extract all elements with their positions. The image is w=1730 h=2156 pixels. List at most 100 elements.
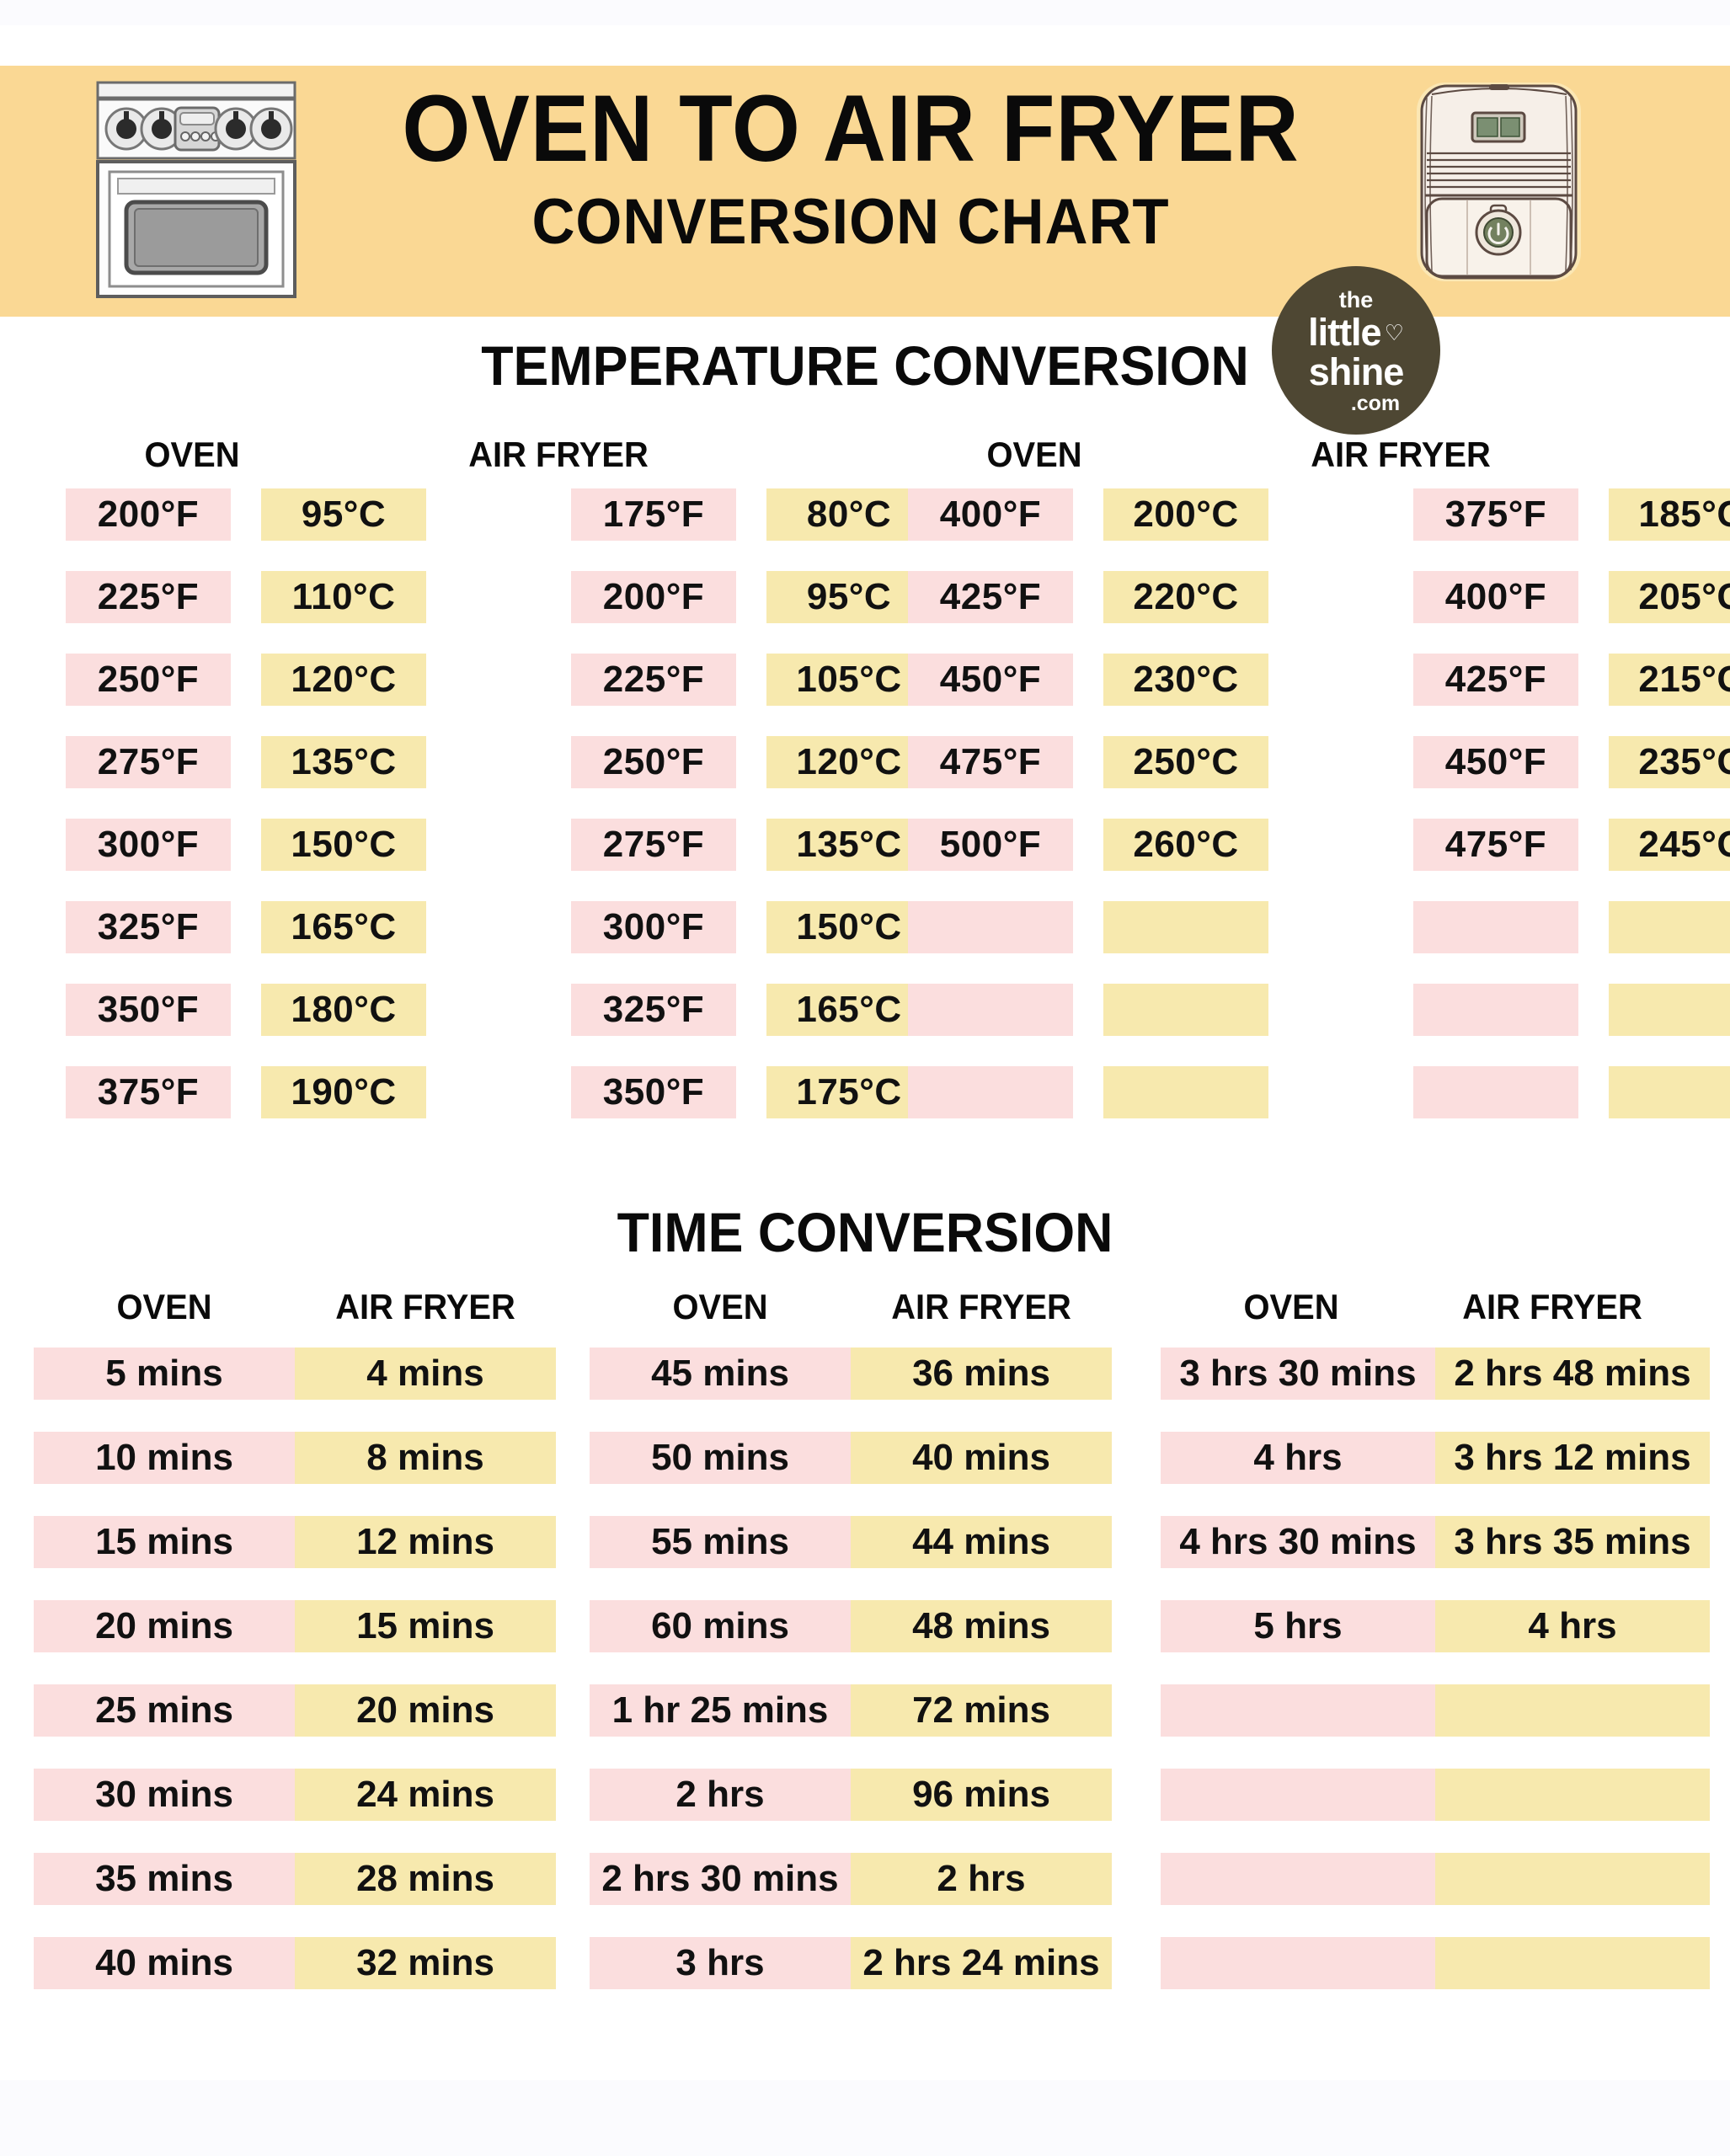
- oven-c-cell: 200°C: [1103, 488, 1268, 541]
- table-row: 50 mins 40 mins: [590, 1432, 1112, 1516]
- oven-f-cell: 425°F: [908, 571, 1073, 623]
- oven-c-cell: 165°C: [261, 901, 426, 953]
- fryer-f-cell: 175°F: [571, 488, 736, 541]
- oven-f-cell: 225°F: [66, 571, 231, 623]
- fryer-f-cell: 450°F: [1413, 736, 1578, 788]
- table-row: 500°F 260°C 475°F 245°C: [908, 819, 1730, 901]
- temperature-right-header-row: OVEN AIR FRYER: [908, 435, 1649, 488]
- time-2-oven-header: OVEN: [672, 1287, 768, 1326]
- oven-c-cell: 150°C: [261, 819, 426, 871]
- oven-c-cell: 120°C: [261, 654, 426, 706]
- time-oven-cell: 35 mins: [34, 1853, 295, 1905]
- table-row: [1161, 1937, 1710, 2021]
- time-fryer-cell: 44 mins: [851, 1516, 1112, 1568]
- table-row: 475°F 250°C 450°F 235°C: [908, 736, 1730, 819]
- fryer-c-cell: 235°C: [1609, 736, 1730, 788]
- table-row: 2 hrs 96 mins: [590, 1769, 1112, 1853]
- time-oven-cell: 1 hr 25 mins: [590, 1684, 851, 1737]
- time-fryer-cell: 24 mins: [295, 1769, 556, 1821]
- fryer-c-cell: [1609, 984, 1730, 1036]
- table-row: 4 hrs 30 mins 3 hrs 35 mins: [1161, 1516, 1710, 1600]
- time-oven-cell: 15 mins: [34, 1516, 295, 1568]
- time-oven-cell: 2 hrs: [590, 1769, 851, 1821]
- time-oven-cell: 5 hrs: [1161, 1600, 1435, 1652]
- logo-line-little-row: little ♡: [1308, 310, 1404, 354]
- table-row: [1161, 1769, 1710, 1853]
- oven-f-cell: [908, 1066, 1073, 1118]
- time-table-2: OVEN AIR FRYER 45 mins 36 mins 50 mins 40 m…: [590, 1287, 1112, 2021]
- table-row: 350°F 180°C 325°F 165°C: [66, 984, 932, 1066]
- fryer-f-cell: 375°F: [1413, 488, 1578, 541]
- oven-c-cell: 135°C: [261, 736, 426, 788]
- oven-f-cell: 475°F: [908, 736, 1073, 788]
- time-oven-cell: 45 mins: [590, 1348, 851, 1400]
- temperature-left-header-row: OVEN AIR FRYER: [66, 435, 807, 488]
- temperature-table-left: OVEN AIR FRYER 200°F 95°C 175°F 80°C 225°F 11…: [66, 435, 932, 1149]
- page-title: OVEN TO AIR FRYER: [402, 76, 1300, 181]
- oven-c-cell: [1103, 984, 1268, 1036]
- time-1-header-row: OVEN AIR FRYER: [34, 1287, 556, 1348]
- table-row: 35 mins 28 mins: [34, 1853, 556, 1937]
- table-row: 40 mins 32 mins: [34, 1937, 556, 2021]
- conversion-chart-page: OVEN TO AIR FRYER CONVERSION CHART the l…: [0, 0, 1730, 2156]
- site-logo[interactable]: the little ♡ shine .com: [1272, 266, 1440, 435]
- time-oven-cell: 40 mins: [34, 1937, 295, 1989]
- fryer-c-cell: 185°C: [1609, 488, 1730, 541]
- time-oven-cell: 3 hrs: [590, 1937, 851, 1989]
- time-fryer-cell: 12 mins: [295, 1516, 556, 1568]
- logo-line-com: .com: [1350, 391, 1401, 415]
- oven-f-cell: 250°F: [66, 654, 231, 706]
- time-fryer-cell: 20 mins: [295, 1684, 556, 1737]
- page-header: OVEN TO AIR FRYER CONVERSION CHART the l…: [0, 66, 1730, 435]
- oven-f-cell: 400°F: [908, 488, 1073, 541]
- time-fryer-cell: 8 mins: [295, 1432, 556, 1484]
- time-2-header-row: OVEN AIR FRYER: [590, 1287, 1112, 1348]
- table-row: 45 mins 36 mins: [590, 1348, 1112, 1432]
- time-fryer-cell: 28 mins: [295, 1853, 556, 1905]
- time-1-fryer-header: AIR FRYER: [335, 1287, 515, 1326]
- oven-f-cell: 200°F: [66, 488, 231, 541]
- time-fryer-cell: 36 mins: [851, 1348, 1112, 1400]
- time-oven-cell: 25 mins: [34, 1684, 295, 1737]
- time-fryer-cell: 32 mins: [295, 1937, 556, 1989]
- table-row: [1161, 1684, 1710, 1769]
- oven-c-cell: 110°C: [261, 571, 426, 623]
- fryer-f-cell: [1413, 1066, 1578, 1118]
- time-fryer-cell: 4 mins: [295, 1348, 556, 1400]
- table-row: 375°F 190°C 350°F 175°C: [66, 1066, 932, 1149]
- time-oven-cell: 2 hrs 30 mins: [590, 1853, 851, 1905]
- oven-f-cell: [908, 901, 1073, 953]
- time-fryer-cell: 72 mins: [851, 1684, 1112, 1737]
- time-fryer-cell: 2 hrs: [851, 1853, 1112, 1905]
- time-fryer-cell: 15 mins: [295, 1600, 556, 1652]
- fryer-c-cell: 105°C: [766, 654, 932, 706]
- table-row: [908, 901, 1730, 984]
- table-row: 20 mins 15 mins: [34, 1600, 556, 1684]
- table-row: 275°F 135°C 250°F 120°C: [66, 736, 932, 819]
- oven-f-cell: 275°F: [66, 736, 231, 788]
- fryer-f-cell: [1413, 901, 1578, 953]
- logo-line-little: little: [1308, 310, 1382, 354]
- table-row: [908, 984, 1730, 1066]
- table-row: 10 mins 8 mins: [34, 1432, 556, 1516]
- heart-icon: ♡: [1384, 319, 1404, 345]
- oven-c-cell: 95°C: [261, 488, 426, 541]
- time-fryer-cell: 3 hrs 35 mins: [1435, 1516, 1710, 1568]
- time-oven-cell: 4 hrs 30 mins: [1161, 1516, 1435, 1568]
- table-row: 2 hrs 30 mins 2 hrs: [590, 1853, 1112, 1937]
- oven-f-cell: 350°F: [66, 984, 231, 1036]
- fryer-c-cell: 80°C: [766, 488, 932, 541]
- temp-left-fryer-header: AIR FRYER: [468, 435, 649, 474]
- logo-line-the: the: [1338, 286, 1374, 312]
- fryer-f-cell: 325°F: [571, 984, 736, 1036]
- oven-illustration: [96, 81, 296, 298]
- time-fryer-cell: [1435, 1853, 1710, 1905]
- fryer-c-cell: 150°C: [766, 901, 932, 953]
- temp-left-oven-header: OVEN: [144, 435, 240, 474]
- time-fryer-cell: 40 mins: [851, 1432, 1112, 1484]
- table-row: 425°F 220°C 400°F 205°C: [908, 571, 1730, 654]
- table-row: [908, 1066, 1730, 1149]
- fryer-c-cell: 175°C: [766, 1066, 932, 1118]
- time-oven-cell: 20 mins: [34, 1600, 295, 1652]
- time-section-heading: TIME CONVERSION: [617, 1201, 1113, 1263]
